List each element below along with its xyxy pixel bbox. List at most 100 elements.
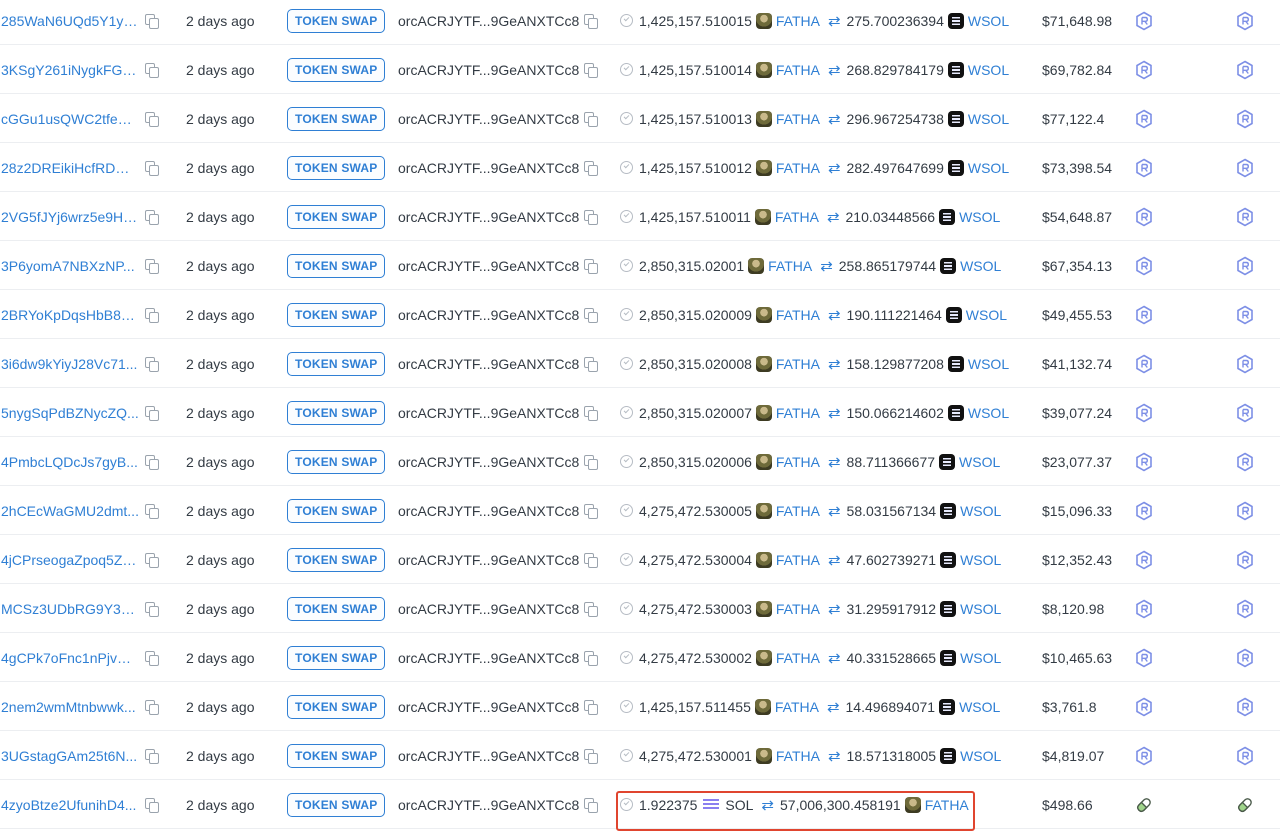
token-out-link[interactable]: WSOL xyxy=(960,503,1001,519)
signature-link[interactable]: 3UGstagGAm25t6N... xyxy=(1,748,139,764)
program-icon[interactable] xyxy=(1132,143,1156,192)
signature-link[interactable]: 3P6yomA7NBXzNP... xyxy=(1,258,139,274)
signature-link[interactable]: 4PmbcLQDcJs7gyB... xyxy=(1,454,139,470)
copy-icon[interactable] xyxy=(145,601,159,617)
token-out-link[interactable]: WSOL xyxy=(968,111,1009,127)
signature-link[interactable]: 4gCPk7oFnc1nPjvCj... xyxy=(1,650,139,666)
token-in-link[interactable]: FATHA xyxy=(776,111,820,127)
copy-icon[interactable] xyxy=(145,699,159,715)
platform-icon[interactable] xyxy=(1233,192,1257,241)
token-out-link[interactable]: WSOL xyxy=(968,13,1009,29)
signature-link[interactable]: 3KSgY261iNygkFGK... xyxy=(1,62,139,78)
program-icon[interactable] xyxy=(1132,388,1156,437)
token-out-link[interactable]: WSOL xyxy=(960,748,1001,764)
copy-icon[interactable] xyxy=(584,111,599,127)
token-in-link[interactable]: FATHA xyxy=(776,650,820,666)
token-out-link[interactable]: WSOL xyxy=(968,356,1009,372)
signature-link[interactable]: 2VG5fJYj6wrz5e9HT... xyxy=(1,209,139,225)
platform-icon[interactable] xyxy=(1233,143,1257,192)
program-icon[interactable] xyxy=(1132,633,1156,682)
platform-icon[interactable] xyxy=(1233,290,1257,339)
platform-icon[interactable] xyxy=(1233,45,1257,94)
copy-icon[interactable] xyxy=(584,552,599,568)
signer-address[interactable]: orcACRJYTF...9GeANXTCc8 xyxy=(398,552,579,568)
copy-icon[interactable] xyxy=(584,258,599,274)
copy-icon[interactable] xyxy=(145,258,159,274)
copy-icon[interactable] xyxy=(584,209,599,225)
token-out-link[interactable]: WSOL xyxy=(966,307,1007,323)
token-in-link[interactable]: FATHA xyxy=(775,699,819,715)
token-out-link[interactable]: WSOL xyxy=(960,552,1001,568)
signer-address[interactable]: orcACRJYTF...9GeANXTCc8 xyxy=(398,797,579,813)
copy-icon[interactable] xyxy=(145,748,159,764)
signer-address[interactable]: orcACRJYTF...9GeANXTCc8 xyxy=(398,307,579,323)
program-icon[interactable] xyxy=(1132,682,1156,731)
platform-icon[interactable] xyxy=(1233,388,1257,437)
platform-icon[interactable] xyxy=(1233,339,1257,388)
copy-icon[interactable] xyxy=(584,13,599,29)
copy-icon[interactable] xyxy=(584,797,599,813)
token-in-link[interactable]: FATHA xyxy=(776,748,820,764)
signature-link[interactable]: 2nem2wmMtnbwwk... xyxy=(1,699,139,715)
copy-icon[interactable] xyxy=(145,650,159,666)
token-in-link[interactable]: FATHA xyxy=(768,258,812,274)
copy-icon[interactable] xyxy=(145,356,159,372)
program-icon[interactable] xyxy=(1132,731,1156,780)
token-out-link[interactable]: WSOL xyxy=(968,62,1009,78)
signer-address[interactable]: orcACRJYTF...9GeANXTCc8 xyxy=(398,748,579,764)
signature-link[interactable]: 5nygSqPdBZNycZQ... xyxy=(1,405,139,421)
copy-icon[interactable] xyxy=(584,62,599,78)
token-in-link[interactable]: FATHA xyxy=(776,405,820,421)
copy-icon[interactable] xyxy=(584,699,599,715)
signature-link[interactable]: 28z2DREikiHcfRDDU... xyxy=(1,160,139,176)
program-icon[interactable] xyxy=(1132,486,1156,535)
token-out-link[interactable]: WSOL xyxy=(968,405,1009,421)
token-out-link[interactable]: FATHA xyxy=(925,797,969,813)
signer-address[interactable]: orcACRJYTF...9GeANXTCc8 xyxy=(398,454,579,470)
signer-address[interactable]: orcACRJYTF...9GeANXTCc8 xyxy=(398,62,579,78)
token-in-link[interactable]: FATHA xyxy=(776,62,820,78)
program-icon[interactable] xyxy=(1132,339,1156,388)
copy-icon[interactable] xyxy=(584,454,599,470)
signature-link[interactable]: cGGu1usQWC2tfeT2... xyxy=(1,111,139,127)
signer-address[interactable]: orcACRJYTF...9GeANXTCc8 xyxy=(398,405,579,421)
platform-icon[interactable] xyxy=(1233,437,1257,486)
token-out-link[interactable]: WSOL xyxy=(960,601,1001,617)
copy-icon[interactable] xyxy=(145,797,159,813)
token-in-link[interactable]: FATHA xyxy=(776,13,820,29)
copy-icon[interactable] xyxy=(145,552,159,568)
program-icon[interactable] xyxy=(1132,94,1156,143)
signature-link[interactable]: 2hCEcWaGMU2dmt... xyxy=(1,503,139,519)
copy-icon[interactable] xyxy=(584,307,599,323)
copy-icon[interactable] xyxy=(584,356,599,372)
token-out-link[interactable]: WSOL xyxy=(959,209,1000,225)
signature-link[interactable]: 3i6dw9kYiyJ28Vc71... xyxy=(1,356,139,372)
program-icon[interactable] xyxy=(1132,192,1156,241)
signer-address[interactable]: orcACRJYTF...9GeANXTCc8 xyxy=(398,111,579,127)
token-out-link[interactable]: WSOL xyxy=(960,258,1001,274)
program-icon[interactable] xyxy=(1132,535,1156,584)
platform-icon[interactable] xyxy=(1233,780,1257,829)
signer-address[interactable]: orcACRJYTF...9GeANXTCc8 xyxy=(398,13,579,29)
signature-link[interactable]: 4jCPrseogaZpoq5ZS... xyxy=(1,552,139,568)
signer-address[interactable]: orcACRJYTF...9GeANXTCc8 xyxy=(398,650,579,666)
platform-icon[interactable] xyxy=(1233,535,1257,584)
copy-icon[interactable] xyxy=(145,454,159,470)
platform-icon[interactable] xyxy=(1233,584,1257,633)
copy-icon[interactable] xyxy=(145,405,159,421)
token-in-link[interactable]: FATHA xyxy=(776,503,820,519)
token-in-link[interactable]: FATHA xyxy=(776,307,820,323)
signer-address[interactable]: orcACRJYTF...9GeANXTCc8 xyxy=(398,209,579,225)
token-out-link[interactable]: WSOL xyxy=(959,454,1000,470)
copy-icon[interactable] xyxy=(584,748,599,764)
token-out-link[interactable]: WSOL xyxy=(959,699,1000,715)
program-icon[interactable] xyxy=(1132,45,1156,94)
copy-icon[interactable] xyxy=(145,209,159,225)
signer-address[interactable]: orcACRJYTF...9GeANXTCc8 xyxy=(398,356,579,372)
signature-link[interactable]: 2BRYoKpDqsHbB8P... xyxy=(1,307,139,323)
signer-address[interactable]: orcACRJYTF...9GeANXTCc8 xyxy=(398,601,579,617)
copy-icon[interactable] xyxy=(145,160,159,176)
platform-icon[interactable] xyxy=(1233,94,1257,143)
program-icon[interactable] xyxy=(1132,290,1156,339)
copy-icon[interactable] xyxy=(584,160,599,176)
